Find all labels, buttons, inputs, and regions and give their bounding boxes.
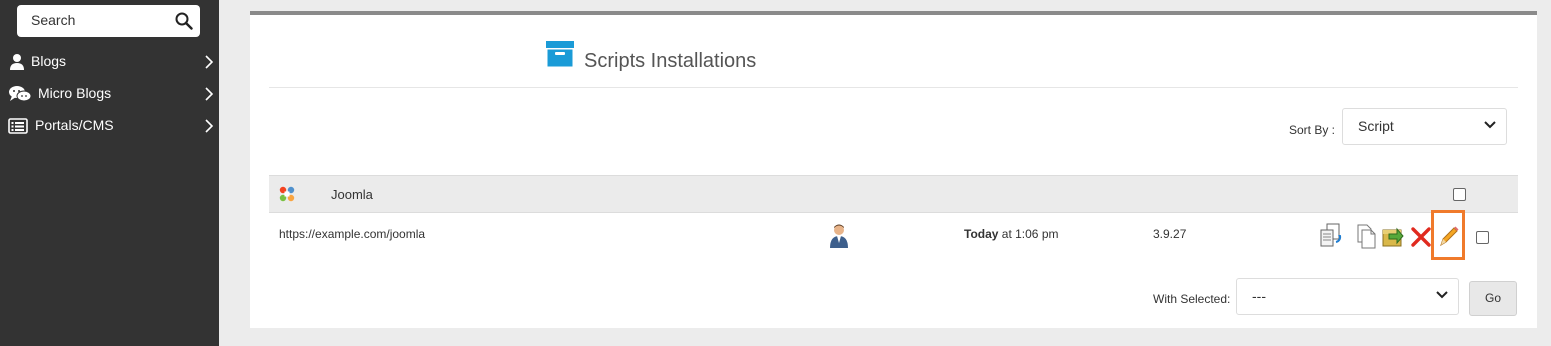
sort-by-select[interactable]: Script [1342,108,1507,145]
installation-url[interactable]: https://example.com/joomla [279,227,425,241]
sidebar-item-label: Micro Blogs [38,85,112,101]
installations-panel: Scripts Installations Sort By : Script J… [250,11,1537,328]
archive-box-icon [546,41,574,67]
sidebar-item-blogs[interactable]: Blogs [0,48,219,76]
list-card-icon [8,118,28,134]
page-title: Scripts Installations [584,50,757,72]
chevron-down-icon [1484,121,1496,129]
search-box [17,5,200,37]
installation-version: 3.9.27 [1153,227,1187,241]
with-selected-value: --- [1252,288,1266,304]
chevron-right-icon [205,87,214,101]
sidebar-item-portals-cms[interactable]: Portals/CMS [0,112,219,140]
backup-icon[interactable] [1381,222,1407,250]
sort-by-label: Sort By : [1289,123,1336,137]
clone-icon[interactable] [1353,222,1379,250]
chat-bubbles-icon [9,86,32,102]
upgrade-icon[interactable] [1318,222,1344,250]
sidebar-item-micro-blogs[interactable]: Micro Blogs [0,80,219,108]
script-group-header: Joomla [269,175,1518,213]
installation-date: Today at 1:06 pm [964,227,1059,241]
with-selected-select[interactable]: --- [1236,278,1459,315]
sidebar-item-label: Portals/CMS [35,117,114,133]
chevron-down-icon [1436,291,1448,299]
admin-user-icon[interactable] [829,223,849,249]
divider [269,87,1518,88]
chevron-right-icon [205,55,214,69]
chevron-right-icon [205,119,214,133]
joomla-logo-icon [279,186,295,202]
user-icon [10,54,24,70]
edit-icon[interactable] [1435,222,1461,250]
script-group-name: Joomla [331,187,373,202]
with-selected-label: With Selected: [1153,292,1231,306]
sort-by-value: Script [1358,118,1394,134]
search-input[interactable] [29,11,173,29]
select-all-checkbox[interactable] [1453,188,1466,201]
sidebar-item-label: Blogs [31,53,67,69]
row-select-checkbox[interactable] [1476,231,1489,244]
sidebar: Blogs Micro Blogs Portals/CMS [0,0,219,346]
go-button[interactable]: Go [1469,281,1517,316]
search-icon[interactable] [175,12,193,30]
